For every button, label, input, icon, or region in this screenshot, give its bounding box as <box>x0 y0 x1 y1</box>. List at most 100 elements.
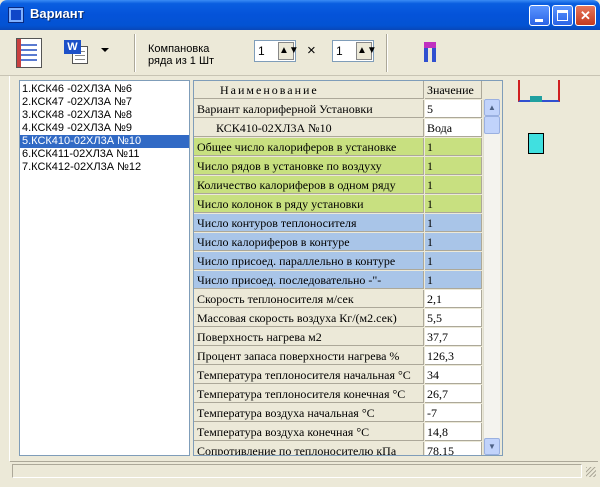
scroll-up-icon[interactable]: ▲ <box>484 99 500 116</box>
minimize-button[interactable] <box>529 5 550 26</box>
column-header-value[interactable]: Значение <box>425 81 482 99</box>
maximize-icon <box>557 10 568 21</box>
grid-cell-name: Число присоед. последовательно -"- <box>194 271 424 289</box>
grid-row[interactable]: Количество калориферов в одном ряду 1 <box>194 176 482 194</box>
grid-cell-name: Число контуров теплоносителя <box>194 214 424 232</box>
grid-row[interactable]: Массовая скорость воздуха Кг/(м2.сек) 5,5 <box>194 309 482 327</box>
grid-cell-value[interactable]: 1 <box>425 195 482 213</box>
toolbar: W Компановка ряда из 1 Шт 1 ▲▼ × 1 ▲▼ <box>0 30 600 76</box>
status-bar <box>10 461 598 479</box>
grid-row[interactable]: Число колонок в ряду установки 1 <box>194 195 482 213</box>
spin-arrows-icon[interactable]: ▲▼ <box>356 42 377 60</box>
properties-grid: Наименование Значение Вариант калориферн… <box>193 80 503 456</box>
grid-cell-value[interactable]: 126,3 <box>425 347 482 365</box>
grid-cell-name: Температура теплоносителя конечная °С <box>194 385 424 403</box>
grid-row[interactable]: Поверхность нагрева м2 37,7 <box>194 328 482 346</box>
grid-cell-value[interactable]: 5,5 <box>425 309 482 327</box>
column-header-name[interactable]: Наименование <box>194 81 424 99</box>
window-left-edge <box>0 76 10 461</box>
grid-cell-value[interactable]: 1 <box>425 138 482 156</box>
installation-icon[interactable] <box>422 42 438 64</box>
scroll-down-icon[interactable]: ▼ <box>484 438 500 455</box>
grid-row[interactable]: Число присоед. параллельно в контуре 1 <box>194 252 482 270</box>
grid-row[interactable]: Сопротивление по теплоносителю кПа 78,15 <box>194 442 482 455</box>
grid-cell-value[interactable]: 1 <box>425 176 482 194</box>
grid-cell-value[interactable]: 37,7 <box>425 328 482 346</box>
grid-cell-name: Число колонок в ряду установки <box>194 195 424 213</box>
columns-spinner[interactable]: 1 ▲▼ <box>332 40 377 62</box>
scroll-thumb[interactable] <box>484 116 500 134</box>
grid-row[interactable]: Температура теплоносителя конечная °С 26,… <box>194 385 482 403</box>
spin-arrows-icon[interactable]: ▲▼ <box>278 42 299 60</box>
grid-cell-value[interactable]: 2,1 <box>425 290 482 308</box>
grid-cell-name: Температура воздуха конечная °С <box>194 423 424 441</box>
heater-connector-shape <box>530 96 542 102</box>
grid-row[interactable]: Число рядов в установке по воздуху 1 <box>194 157 482 175</box>
grid-row[interactable]: Процент запаса поверхности нагрева % 126,… <box>194 347 482 365</box>
resize-grip-icon[interactable] <box>586 467 596 477</box>
grid-cell-name: Процент запаса поверхности нагрева % <box>194 347 424 365</box>
grid-cell-value[interactable]: 14,8 <box>425 423 482 441</box>
grid-cell-value[interactable]: -7 <box>425 404 482 422</box>
title-bar[interactable]: Вариант ✕ <box>0 0 600 30</box>
variant-list-item[interactable]: 3.КСК48 -02ХЛ3А №8 <box>20 109 189 122</box>
grid-cell-name: Общее число калориферов в установке <box>194 138 424 156</box>
variant-list-item[interactable]: 1.КСК46 -02ХЛ3А №6 <box>20 83 189 96</box>
app-icon <box>8 7 24 23</box>
grid-row[interactable]: Число контуров теплоносителя 1 <box>194 214 482 232</box>
variant-list-item[interactable]: 2.КСК47 -02ХЛ3А №7 <box>20 96 189 109</box>
grid-row[interactable]: Температура воздуха конечная °С 14,8 <box>194 423 482 441</box>
status-panel <box>12 464 582 478</box>
application-window: Вариант ✕ W Компановка ряда из 1 Шт 1 ▲▼… <box>0 0 600 487</box>
grid-cell-name: Количество калориферов в одном ряду <box>194 176 424 194</box>
grid-cell-name: Число присоед. параллельно в контуре <box>194 252 424 270</box>
grid-cell-name: Число рядов в установке по воздуху <box>194 157 424 175</box>
grid-row[interactable]: Температура воздуха начальная °С -7 <box>194 404 482 422</box>
close-button[interactable]: ✕ <box>575 5 596 26</box>
grid-cell-name: Вариант калориферной Установки <box>194 100 424 118</box>
grid-cell-name: Массовая скорость воздуха Кг/(м2.сек) <box>194 309 424 327</box>
chevron-down-icon[interactable] <box>101 48 109 52</box>
installation-schematic <box>508 80 588 456</box>
toolbar-separator <box>386 34 388 72</box>
grid-row[interactable]: КСК410-02ХЛ3А №10 Вода <box>194 119 482 137</box>
variant-list-item[interactable]: 6.КСК411-02ХЛ3А №11 <box>20 148 189 161</box>
minimize-icon <box>535 19 543 22</box>
grid-cell-value[interactable]: 1 <box>425 233 482 251</box>
grid-cell-name: Скорость теплоносителя м/сек <box>194 290 424 308</box>
vertical-scrollbar[interactable]: ▲ ▼ <box>483 99 500 455</box>
window-title: Вариант <box>30 6 84 21</box>
grid-cell-name: Поверхность нагрева м2 <box>194 328 424 346</box>
grid-cell-name: Сопротивление по теплоносителю кПа <box>194 442 424 455</box>
maximize-button[interactable] <box>552 5 573 26</box>
variant-list[interactable]: 1.КСК46 -02ХЛ3А №6 2.КСК47 -02ХЛ3А №7 3.КС… <box>19 80 190 456</box>
grid-cell-name: Температура теплоносителя начальная °С <box>194 366 424 384</box>
grid-row[interactable]: Скорость теплоносителя м/сек 2,1 <box>194 290 482 308</box>
rows-spinner[interactable]: 1 ▲▼ <box>254 40 299 62</box>
grid-row[interactable]: Общее число калориферов в установке 1 <box>194 138 482 156</box>
grid-cell-value[interactable]: 1 <box>425 252 482 270</box>
grid-cell-value[interactable]: 5 <box>425 100 482 118</box>
grid-cell-value[interactable]: 1 <box>425 271 482 289</box>
grid-cell-value[interactable]: 34 <box>425 366 482 384</box>
variant-list-item[interactable]: 4.КСК49 -02ХЛ3А №9 <box>20 122 189 135</box>
grid-row[interactable]: Температура теплоносителя начальная °С 34 <box>194 366 482 384</box>
columns-spinner-value[interactable]: 1 <box>336 44 343 58</box>
variant-list-item[interactable]: 5.КСК410-02ХЛ3А №10 <box>20 135 189 148</box>
grid-row[interactable]: Вариант калориферной Установки 5 <box>194 100 482 118</box>
grid-cell-value[interactable]: 1 <box>425 214 482 232</box>
grid-cell-value[interactable]: Вода <box>425 119 482 137</box>
grid-row[interactable]: Число присоед. последовательно -"- 1 <box>194 271 482 289</box>
grid-row[interactable]: Число калориферов в контуре 1 <box>194 233 482 251</box>
grid-cell-value[interactable]: 1 <box>425 157 482 175</box>
variant-list-item[interactable]: 7.КСК412-02ХЛ3А №12 <box>20 161 189 174</box>
grid-cell-name: КСК410-02ХЛ3А №10 <box>194 119 424 137</box>
layout-label: Компановка ряда из 1 Шт <box>148 43 215 67</box>
toolbar-separator <box>134 34 136 72</box>
word-export-icon[interactable]: W <box>64 40 92 66</box>
report-icon[interactable] <box>16 38 42 68</box>
heater-block-shape <box>528 133 544 154</box>
grid-cell-value[interactable]: 26,7 <box>425 385 482 403</box>
grid-cell-value[interactable]: 78,15 <box>425 442 482 455</box>
rows-spinner-value[interactable]: 1 <box>258 44 265 58</box>
